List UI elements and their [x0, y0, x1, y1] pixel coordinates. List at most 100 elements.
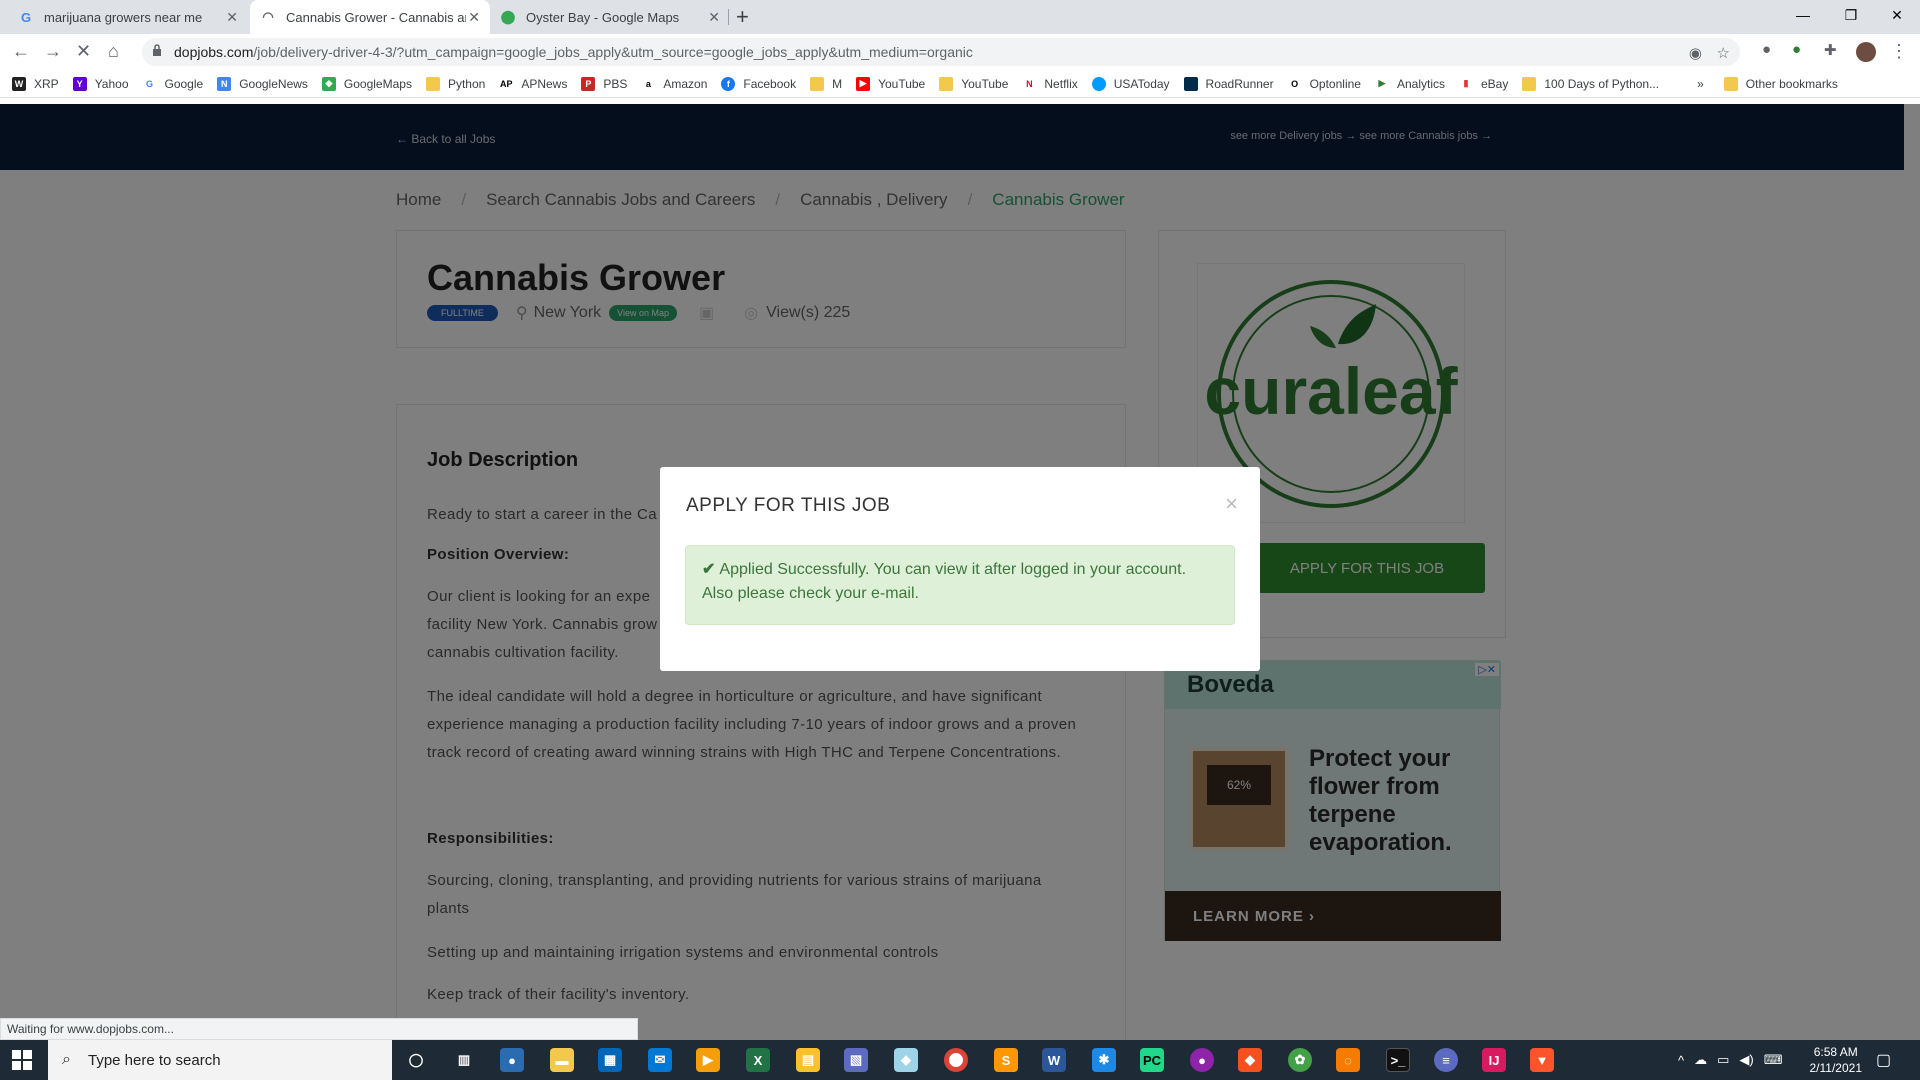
restore-button[interactable]: ❐ — [1828, 0, 1874, 30]
bookmark-ebay[interactable]: ▮ eBay — [1459, 76, 1508, 91]
chrome-icon[interactable] — [944, 1048, 968, 1072]
volume-icon[interactable]: ◀) — [1739, 1052, 1753, 1068]
page-content: ← Back to all Jobs see more Delivery job… — [0, 104, 1920, 1040]
url-text: dopjobs.com/job/delivery-driver-4-3/?utm… — [174, 44, 973, 60]
youtube-icon: ▶ — [856, 76, 871, 91]
close-tab-icon[interactable]: ✕ — [226, 9, 238, 26]
sticky-notes-icon[interactable]: ▤ — [796, 1048, 820, 1072]
bookmark-googlenews[interactable]: N GoogleNews — [217, 76, 308, 91]
bookmark-100-days-python[interactable]: 100 Days of Python... — [1522, 76, 1659, 91]
terminal-icon[interactable]: >_ — [1386, 1048, 1410, 1072]
loading-icon: ◠ — [262, 9, 274, 24]
bookmark-amazon[interactable]: a Amazon — [641, 76, 707, 91]
bookmark-apnews[interactable]: AP APNews — [499, 76, 567, 91]
close-icon[interactable]: × — [1225, 491, 1238, 517]
address-bar[interactable]: dopjobs.com/job/delivery-driver-4-3/?utm… — [142, 38, 1740, 66]
windows-start-icon[interactable] — [12, 1050, 32, 1070]
bookmark-roadrunner[interactable]: RoadRunner — [1183, 76, 1274, 91]
bookmark-netflix[interactable]: N Netflix — [1022, 76, 1078, 91]
bookmark-m[interactable]: M — [810, 76, 842, 91]
browser-chrome: G marijuana growers near me ✕ ◠ Cannabis… — [0, 0, 1920, 104]
other-bookmarks[interactable]: Other bookmarks — [1723, 76, 1838, 91]
bookmark-yahoo[interactable]: Y Yahoo — [72, 76, 129, 91]
bookmark-optonline[interactable]: O Optonline — [1287, 76, 1361, 91]
network-icon[interactable]: ▭ — [1717, 1052, 1729, 1068]
bookmark-python[interactable]: Python — [425, 76, 485, 91]
task-view-icon[interactable]: ▥ — [452, 1048, 476, 1072]
cortana-icon[interactable]: ◯ — [404, 1048, 428, 1072]
app-icon[interactable]: ≡ — [1434, 1048, 1458, 1072]
app-icon[interactable]: ● — [500, 1048, 524, 1072]
bookmark-pbs[interactable]: P PBS — [581, 76, 627, 91]
extension-icon[interactable]: ● — [1792, 41, 1801, 58]
file-explorer-icon[interactable]: ▬ — [550, 1048, 574, 1072]
app-icon[interactable]: ✱ — [1092, 1048, 1116, 1072]
folder-icon — [425, 76, 440, 91]
app-icon[interactable]: ✿ — [1288, 1048, 1312, 1072]
bookmark-analytics[interactable]: ▶ Analytics — [1374, 76, 1445, 91]
word-icon[interactable]: W — [1042, 1048, 1066, 1072]
excel-icon[interactable]: X — [746, 1048, 770, 1072]
bookmark-xrp[interactable]: W XRP — [12, 76, 59, 91]
new-tab-button[interactable]: + — [736, 4, 749, 30]
forward-icon[interactable]: → — [44, 41, 62, 62]
app-icon[interactable]: ▧ — [844, 1048, 868, 1072]
close-tab-icon[interactable]: ✕ — [468, 9, 480, 26]
menu-icon[interactable]: ⋮ — [1890, 41, 1908, 62]
home-icon[interactable]: ⌂ — [108, 41, 119, 62]
analytics-icon: ▶ — [1374, 76, 1389, 91]
folder-icon — [1522, 76, 1537, 91]
tab-cannabis-grower[interactable]: ◠ Cannabis Grower - Cannabis and ✕ — [250, 0, 490, 34]
close-tab-icon[interactable]: ✕ — [708, 9, 720, 26]
optonline-icon: O — [1287, 76, 1302, 91]
cloud-icon[interactable]: ☁ — [1694, 1052, 1707, 1068]
chevron-up-icon[interactable]: ^ — [1678, 1053, 1684, 1068]
bookmark-facebook[interactable]: f Facebook — [721, 76, 796, 91]
lock-icon — [153, 44, 161, 56]
bookmark-google[interactable]: G Google — [142, 76, 203, 91]
notification-icon[interactable]: ▢ — [1876, 1040, 1891, 1080]
mail-icon[interactable]: ✉ — [648, 1048, 672, 1072]
clock[interactable]: 6:58 AM 2/11/2021 — [1810, 1044, 1863, 1076]
pycharm-icon[interactable]: PC — [1140, 1048, 1164, 1072]
stop-icon[interactable]: ✕ — [76, 41, 91, 62]
bookmarks-overflow[interactable]: » — [1697, 77, 1704, 91]
tab-maps[interactable]: ⬤ Oyster Bay - Google Maps ✕ — [490, 0, 730, 34]
eye-off-icon[interactable]: ◉ — [1689, 44, 1702, 62]
store-icon[interactable]: ▦ — [598, 1048, 622, 1072]
google-icon: G — [20, 9, 32, 25]
sublime-icon[interactable]: S — [994, 1048, 1018, 1072]
amazon-icon: a — [641, 76, 656, 91]
maps-icon: ⬤ — [500, 9, 516, 24]
bookmark-googlemaps[interactable]: ◆ GoogleMaps — [321, 76, 412, 91]
brave-icon[interactable]: ▼ — [1530, 1048, 1554, 1072]
star-icon[interactable]: ☆ — [1717, 44, 1730, 62]
close-window-button[interactable]: ✕ — [1874, 0, 1920, 30]
avatar[interactable] — [1856, 42, 1876, 62]
windows-taskbar: ⌕ Type here to search ◯ ▥ ● ▬ ▦ ✉ ▶ X ▤ … — [0, 1040, 1920, 1080]
bookmark-usatoday[interactable]: USAToday — [1091, 76, 1170, 91]
apply-modal: APPLY FOR THIS JOB × ✔ Applied Successful… — [660, 467, 1260, 671]
modal-title: APPLY FOR THIS JOB — [686, 495, 891, 516]
back-icon[interactable]: ← — [12, 41, 30, 62]
clock-date: 2/11/2021 — [1809, 1061, 1863, 1075]
app-icon[interactable]: ● — [1190, 1048, 1214, 1072]
jupyter-icon[interactable]: ◌ — [1336, 1048, 1360, 1072]
bookmark-youtube-folder[interactable]: YouTube — [939, 76, 1008, 91]
keyboard-icon[interactable]: ⌨ — [1764, 1052, 1783, 1068]
tab-search[interactable]: G marijuana growers near me ✕ — [8, 0, 248, 34]
puzzle-icon[interactable]: ✚ — [1824, 41, 1837, 59]
maps-icon: ◆ — [321, 76, 336, 91]
minimize-button[interactable]: — — [1780, 0, 1826, 30]
checkmark-icon: ✔ — [702, 561, 716, 578]
extension-icon[interactable]: ● — [1762, 41, 1771, 58]
intellij-icon[interactable]: IJ — [1482, 1048, 1506, 1072]
pbs-icon: P — [581, 76, 596, 91]
taskbar-search-input[interactable]: ⌕ Type here to search — [48, 1040, 392, 1080]
success-alert: ✔ Applied Successfully. You can view it a… — [685, 545, 1235, 625]
news-icon: N — [217, 76, 232, 91]
bookmark-youtube[interactable]: ▶ YouTube — [856, 76, 925, 91]
media-icon[interactable]: ▶ — [696, 1048, 720, 1072]
git-icon[interactable]: ◆ — [1238, 1048, 1262, 1072]
app-icon[interactable]: ◆ — [894, 1048, 918, 1072]
